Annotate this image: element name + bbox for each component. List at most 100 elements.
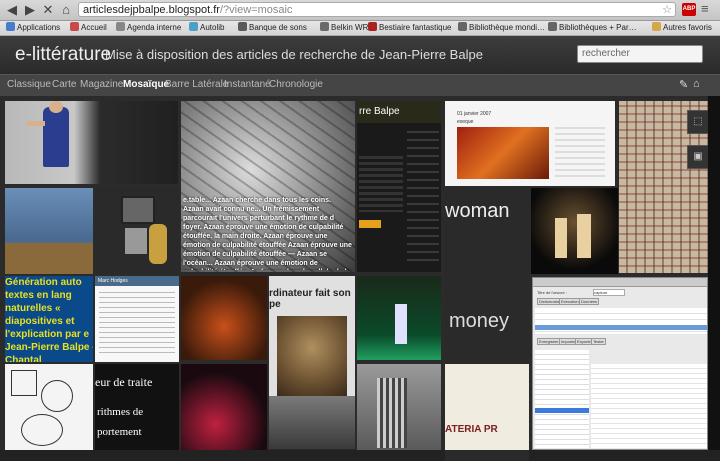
post-tile[interactable]	[5, 364, 93, 450]
bookmark-star-icon[interactable]: ☆	[662, 3, 672, 18]
tv-stand	[125, 228, 147, 254]
post-tile[interactable]: ATERIA PR	[445, 364, 529, 450]
person-arm	[27, 121, 45, 126]
ground	[5, 243, 93, 274]
bookmark-item[interactable]: Applications	[6, 22, 60, 34]
browser-toolbar: ◀ ▶ ✕ ⌂ articlesdejpbalpe.blogspot.fr/?v…	[0, 0, 720, 21]
title-field[interactable]: capture	[593, 289, 625, 296]
window-titlebar	[533, 278, 707, 287]
bookmark-item[interactable]: Banque de sons	[238, 22, 307, 34]
post-tile[interactable]	[181, 276, 267, 360]
selected-row	[535, 325, 707, 330]
post-tile[interactable]: Génération auto textes en lang naturelle…	[5, 276, 93, 362]
post-author: Marc Hodges	[98, 278, 128, 284]
post-excerpt: e.table... Azaan cherche dans tous les c…	[183, 197, 352, 270]
post-headline: portement	[97, 426, 142, 438]
post-heading: rre Balpe	[359, 106, 400, 117]
bookmark-favicon-icon	[548, 22, 557, 31]
bookmark-item[interactable]: Belkin WRX	[320, 22, 374, 34]
sidebar-lines	[555, 127, 605, 179]
text-lines	[99, 292, 175, 356]
bookmark-favicon-icon	[458, 22, 467, 31]
diagram-circle	[41, 380, 73, 412]
bookmark-item[interactable]: Autres favoris	[652, 22, 712, 34]
building	[377, 378, 407, 448]
post-tile[interactable]: eur de traite rithmes de portement	[95, 364, 179, 450]
post-tile-screenshot[interactable]: Titre de l'œuvre : capture Dictionnaire …	[532, 277, 708, 450]
post-headline: rithmes de	[97, 406, 144, 418]
bookmark-item[interactable]: Autolib	[189, 22, 224, 34]
home-icon[interactable]: ⌂	[693, 78, 700, 90]
post-tile[interactable]	[95, 188, 179, 274]
thumbnail-icon[interactable]: ▣	[687, 145, 709, 169]
selected-variable	[535, 408, 589, 413]
edit-icon[interactable]: ✎	[679, 78, 688, 91]
view-tab-barre-laterale[interactable]: Barre Latérale	[165, 79, 228, 90]
blog-header: e-littérature Mise à disposition des art…	[0, 36, 720, 74]
bookmark-favicon-icon	[238, 22, 247, 31]
post-headline: rdinateur fait son pe	[269, 288, 351, 310]
bookmarks-bar: Applications Accueil Agenda interne Auto…	[0, 21, 720, 36]
view-tab-magazine[interactable]: Magazine	[80, 79, 123, 90]
tv-screen	[121, 196, 155, 224]
url-host: articlesdejpbalpe.blogspot.fr	[83, 4, 220, 16]
blog-title[interactable]: e-littérature	[15, 44, 111, 66]
post-tile[interactable]: e.table... Azaan cherche dans tous les c…	[181, 101, 355, 272]
post-image	[277, 316, 347, 396]
folder-icon	[652, 22, 661, 31]
adblock-badge[interactable]: ABP	[682, 3, 696, 16]
bookmark-item[interactable]: Agenda interne	[116, 22, 181, 34]
bookmark-favicon-icon	[320, 22, 329, 31]
view-tab-mosaique[interactable]: Mosaïque	[123, 79, 169, 90]
field-rows	[535, 308, 707, 334]
view-tab-instantane[interactable]: Instantané	[224, 79, 271, 90]
bookmark-item[interactable]: Bestiaire fantastique	[368, 22, 452, 34]
sidebar-lines	[407, 131, 439, 261]
view-selector: Classique Carte Magazine Mosaïque Barre …	[0, 74, 720, 97]
post-tile[interactable]: 01 janvier 2007 exeque	[445, 101, 615, 186]
page-scrollbar[interactable]	[708, 96, 720, 450]
data-table[interactable]	[591, 364, 707, 448]
post-tile[interactable]: Marc Hodges	[95, 276, 179, 362]
post-tile[interactable]	[357, 364, 441, 450]
forward-icon[interactable]: ▶	[22, 2, 38, 18]
save-button[interactable]: Enregistrer	[537, 338, 561, 345]
blog-description: Mise à disposition des articles de reche…	[105, 47, 483, 62]
person-head	[49, 101, 63, 113]
address-bar[interactable]: articlesdejpbalpe.blogspot.fr/?view=mosa…	[78, 2, 676, 17]
post-tile[interactable]	[357, 276, 441, 360]
tab-execution[interactable]: Exécution	[559, 298, 581, 305]
tab-donnees[interactable]: Données	[579, 298, 600, 305]
title-label: Titre de l'œuvre :	[537, 290, 567, 295]
bookmark-item[interactable]: Accueil	[70, 22, 107, 34]
post-tile[interactable]: rre Balpe	[357, 101, 441, 272]
back-icon[interactable]: ◀	[4, 2, 20, 18]
orange-button	[359, 220, 381, 228]
figure	[555, 218, 567, 258]
stop-icon[interactable]: ✕	[40, 2, 56, 18]
person-figure	[149, 224, 167, 264]
expand-icon[interactable]: ⬚	[687, 110, 709, 134]
post-tile[interactable]	[181, 364, 267, 450]
view-tab-carte[interactable]: Carte	[52, 79, 76, 90]
diagram-web	[21, 414, 63, 446]
post-tile[interactable]	[531, 188, 618, 274]
search-input[interactable]: rechercher	[577, 45, 703, 63]
diagram-box	[11, 370, 37, 396]
wrench-menu-icon[interactable]: ≡	[701, 1, 709, 16]
view-tab-classique[interactable]: Classique	[7, 79, 51, 90]
post-excerpt: Génération auto textes en lang naturelle…	[5, 277, 93, 362]
bookmark-item[interactable]: Bibliothèque mondi…	[458, 22, 545, 34]
view-tab-chronologie[interactable]: Chronologie	[269, 79, 323, 90]
bookmark-item[interactable]: Bibliothèques + Par…	[548, 22, 637, 34]
apps-icon	[6, 22, 15, 31]
post-tile[interactable]	[5, 101, 178, 184]
person-figure	[43, 107, 69, 167]
variable-list[interactable]	[535, 350, 589, 448]
post-image	[457, 127, 549, 179]
test-button[interactable]: Tester	[591, 338, 606, 345]
figure	[395, 304, 407, 344]
home-icon[interactable]: ⌂	[58, 2, 74, 18]
post-tile[interactable]: rdinateur fait son pe	[269, 276, 355, 449]
post-tile[interactable]	[5, 188, 93, 274]
